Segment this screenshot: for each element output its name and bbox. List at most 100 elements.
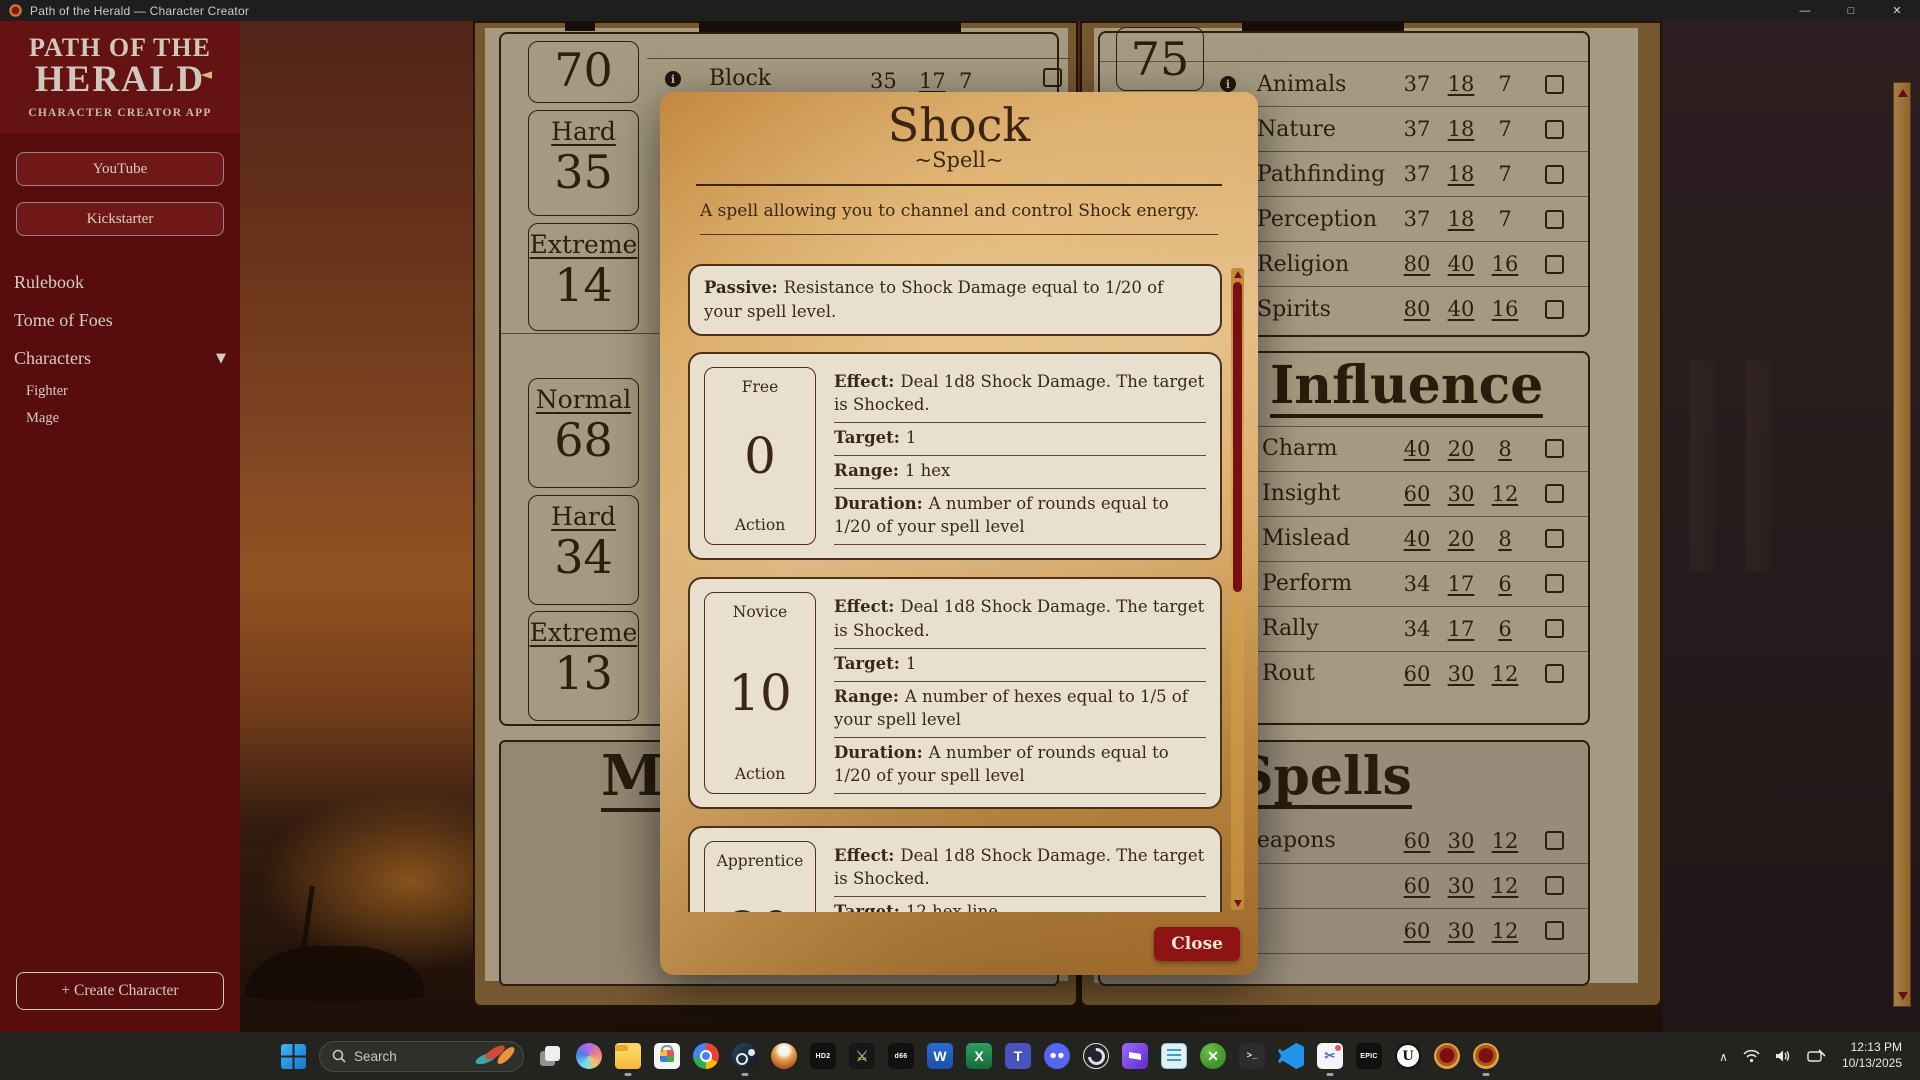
skill-value[interactable]: 40 [1395, 437, 1439, 461]
scroll-down-icon[interactable] [1898, 992, 1908, 1000]
skill-value[interactable]: 7 [1483, 162, 1527, 186]
skill-value[interactable]: 60 [1395, 919, 1439, 943]
chrome-icon[interactable] [693, 1043, 719, 1069]
skill-value[interactable]: 30 [1439, 874, 1483, 898]
skill-checkbox[interactable] [1545, 876, 1564, 895]
skill-value[interactable]: 30 [1439, 662, 1483, 686]
skill-value[interactable]: 80 [1395, 297, 1439, 321]
skill-checkbox[interactable] [1545, 619, 1564, 638]
skill-value[interactable]: 34 [1395, 617, 1439, 641]
wifi-icon[interactable] [1743, 1049, 1760, 1063]
skill-value[interactable]: 40 [1439, 297, 1483, 321]
unreal-engine-icon[interactable]: U [1395, 1043, 1421, 1069]
skill-value[interactable]: 18 [1439, 117, 1483, 141]
skill-value[interactable]: 6 [1483, 617, 1527, 641]
clipchamp-icon[interactable] [1122, 1043, 1148, 1069]
tornado-app-icon[interactable] [771, 1043, 797, 1069]
scroll-down-icon[interactable] [1234, 900, 1242, 907]
obs-icon[interactable] [1083, 1043, 1109, 1069]
skill-value[interactable]: 60 [1395, 829, 1439, 853]
skill-value[interactable]: 60 [1395, 874, 1439, 898]
game-crest-icon[interactable]: ⚔ [849, 1043, 875, 1069]
skill-checkbox[interactable] [1545, 210, 1564, 229]
skill-value[interactable]: 16 [1483, 297, 1527, 321]
copilot-icon[interactable] [576, 1043, 602, 1069]
modal-scroll-area[interactable]: Passive:Resistance to Shock Damage equal… [688, 264, 1222, 912]
difficulty-box[interactable]: Hard35 [528, 110, 639, 216]
skill-value[interactable]: 18 [1439, 207, 1483, 231]
skill-checkbox[interactable] [1545, 75, 1564, 94]
info-icon[interactable]: i [1220, 76, 1236, 92]
skill-value[interactable]: 17 [919, 69, 946, 93]
skill-checkbox[interactable] [1545, 529, 1564, 548]
skill-checkbox[interactable] [1545, 484, 1564, 503]
skill-value[interactable]: 35 [870, 69, 897, 93]
skill-value[interactable]: 30 [1439, 829, 1483, 853]
difficulty-box[interactable]: 70 [528, 41, 639, 103]
skill-value[interactable]: 7 [1483, 72, 1527, 96]
youtube-button[interactable]: YouTube [16, 152, 224, 186]
teams-icon[interactable]: T [1005, 1043, 1031, 1069]
create-character-button[interactable]: + Create Character [16, 972, 224, 1010]
skill-value[interactable]: 37 [1395, 72, 1439, 96]
skill-value[interactable]: 20 [1439, 527, 1483, 551]
excel-icon[interactable]: X [966, 1043, 992, 1069]
skill-value[interactable]: 40 [1439, 252, 1483, 276]
skill-value[interactable]: 12 [1483, 919, 1527, 943]
skill-value[interactable]: 16 [1483, 252, 1527, 276]
skill-value[interactable]: 37 [1395, 207, 1439, 231]
volume-icon[interactable] [1775, 1049, 1792, 1063]
skill-value[interactable]: 8 [1483, 527, 1527, 551]
steam-icon[interactable] [732, 1043, 758, 1069]
sidebar-collapse-icon[interactable]: ◄ [200, 65, 212, 83]
dice-game-icon[interactable]: d66 [888, 1043, 914, 1069]
sidebar-character-fighter[interactable]: Fighter [26, 383, 68, 400]
skill-value[interactable]: 12 [1483, 482, 1527, 506]
xbox-icon[interactable]: ✕ [1200, 1043, 1226, 1069]
skill-value[interactable]: 34 [1395, 572, 1439, 596]
skill-value[interactable]: 60 [1395, 482, 1439, 506]
skill-value[interactable]: 37 [1395, 162, 1439, 186]
epic-games-icon[interactable]: EPIC [1356, 1043, 1382, 1069]
skill-checkbox[interactable] [1545, 921, 1564, 940]
search-input[interactable]: Search [319, 1041, 524, 1072]
ms-store-icon[interactable] [654, 1043, 680, 1069]
skill-value[interactable]: 30 [1439, 482, 1483, 506]
skill-value[interactable]: 60 [1395, 662, 1439, 686]
difficulty-box[interactable]: Extreme13 [528, 611, 639, 721]
snipping-tool-icon[interactable]: ✂ [1317, 1043, 1343, 1069]
word-icon[interactable]: W [927, 1043, 953, 1069]
skill-value[interactable]: 17 [1439, 572, 1483, 596]
skill-value[interactable]: 6 [1483, 572, 1527, 596]
skill-value[interactable]: 37 [1395, 117, 1439, 141]
skill-value[interactable]: 30 [1439, 919, 1483, 943]
skill-value[interactable]: 80 [1395, 252, 1439, 276]
herald-app-icon[interactable] [1434, 1043, 1460, 1069]
sidebar-item-characters[interactable]: Characters▼ [14, 348, 226, 369]
helldivers2-icon[interactable]: HD2 [810, 1043, 836, 1069]
skill-value[interactable]: 18 [1439, 72, 1483, 96]
battery-pen-icon[interactable] [1807, 1049, 1827, 1063]
skill-checkbox[interactable] [1545, 255, 1564, 274]
maximize-icon[interactable]: □ [1828, 0, 1874, 21]
block-checkbox[interactable] [1043, 68, 1062, 87]
skill-value[interactable]: 7 [1483, 117, 1527, 141]
skill-value[interactable]: 17 [1439, 617, 1483, 641]
sidebar-character-mage[interactable]: Mage [26, 410, 59, 427]
skill-value[interactable]: 20 [1439, 437, 1483, 461]
tray-chevron-icon[interactable]: ∧ [1719, 1050, 1728, 1064]
notepad-icon[interactable] [1161, 1043, 1187, 1069]
sidebar-item-rulebook[interactable]: Rulebook [14, 272, 226, 293]
vscode-icon[interactable] [1278, 1043, 1304, 1069]
skill-value[interactable]: 12 [1483, 662, 1527, 686]
skill-value[interactable]: 40 [1395, 527, 1439, 551]
minimize-icon[interactable]: — [1782, 0, 1828, 21]
difficulty-box[interactable]: Extreme14 [528, 223, 639, 331]
skill-checkbox[interactable] [1545, 165, 1564, 184]
skill-checkbox[interactable] [1545, 574, 1564, 593]
kickstarter-button[interactable]: Kickstarter [16, 202, 224, 236]
taskbar-clock[interactable]: 12:13 PM 10/13/2025 [1842, 1040, 1910, 1071]
skill-checkbox[interactable] [1545, 439, 1564, 458]
terminal-icon[interactable]: >_ [1239, 1043, 1265, 1069]
close-button[interactable]: Close [1154, 927, 1240, 961]
